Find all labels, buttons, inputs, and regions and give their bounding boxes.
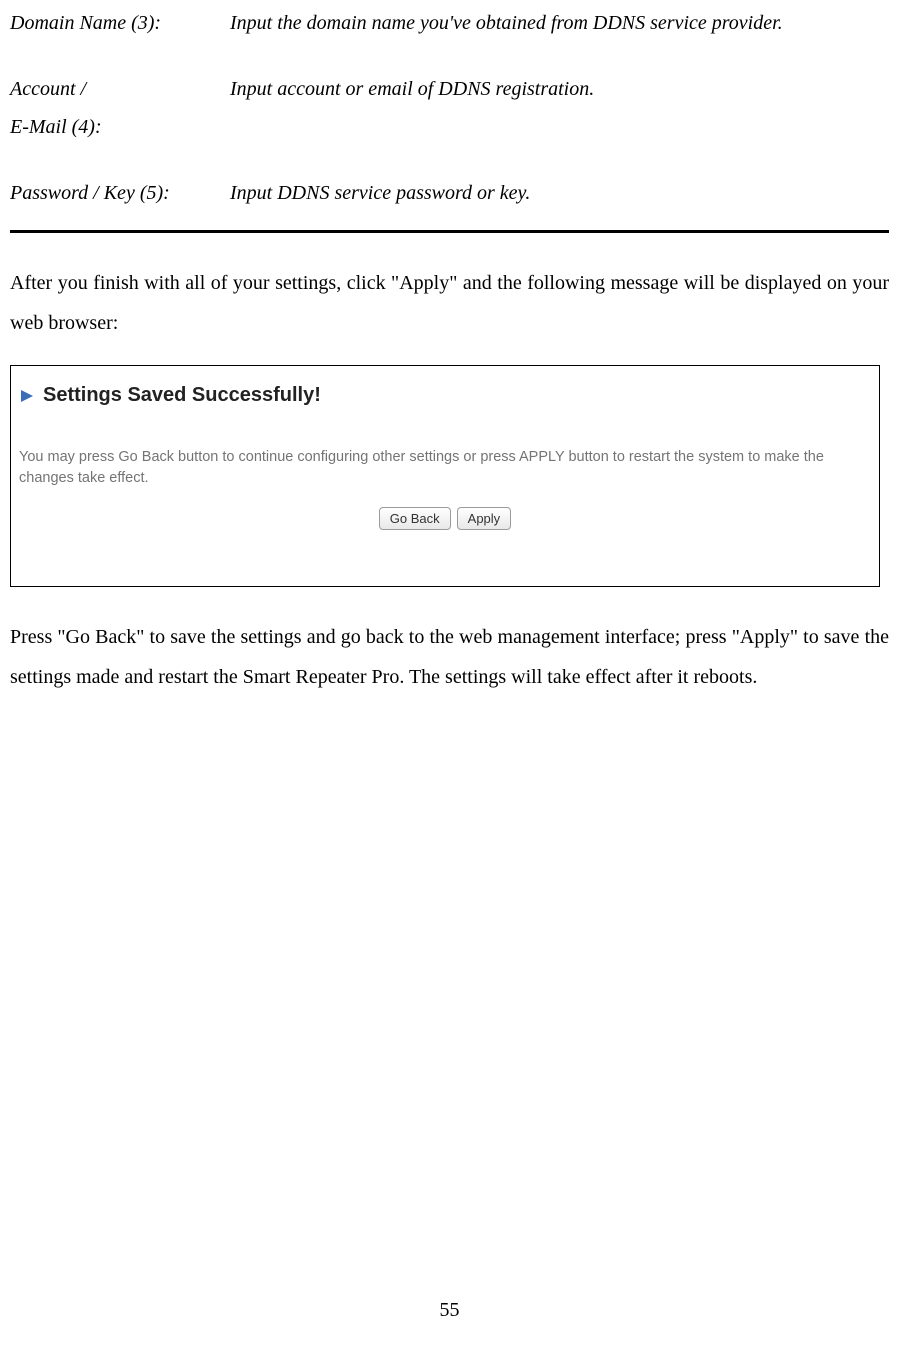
panel-title: Settings Saved Successfully! [43, 384, 321, 407]
definition-label-line2: E-Mail (4): [10, 108, 230, 146]
document-page: Domain Name (3): Input the domain name y… [0, 4, 899, 1348]
arrow-right-icon [19, 388, 35, 404]
definition-row: Domain Name (3): Input the domain name y… [10, 4, 889, 42]
definition-label: Domain Name (3): [10, 4, 230, 42]
go-back-button[interactable]: Go Back [379, 507, 451, 530]
definition-row: Password / Key (5): Input DDNS service p… [10, 174, 889, 212]
definition-description: Input the domain name you've obtained fr… [230, 4, 889, 42]
definition-description: Input account or email of DDNS registrat… [230, 70, 889, 146]
section-divider [10, 230, 889, 233]
definitions-table: Domain Name (3): Input the domain name y… [10, 4, 889, 212]
definition-description: Input DDNS service password or key. [230, 174, 889, 212]
definition-label: Password / Key (5): [10, 174, 230, 212]
settings-saved-panel: Settings Saved Successfully! You may pre… [10, 365, 880, 587]
panel-button-row: Go Back Apply [17, 507, 873, 530]
definition-row: Account / E-Mail (4): Input account or e… [10, 70, 889, 146]
paragraph: After you finish with all of your settin… [10, 263, 889, 343]
definition-label-line1: Account / [10, 70, 230, 108]
panel-message: You may press Go Back button to continue… [19, 447, 871, 489]
panel-title-row: Settings Saved Successfully! [19, 384, 873, 407]
definition-label: Account / E-Mail (4): [10, 70, 230, 146]
paragraph: Press "Go Back" to save the settings and… [10, 617, 889, 697]
page-number: 55 [0, 1299, 899, 1322]
apply-button[interactable]: Apply [457, 507, 512, 530]
